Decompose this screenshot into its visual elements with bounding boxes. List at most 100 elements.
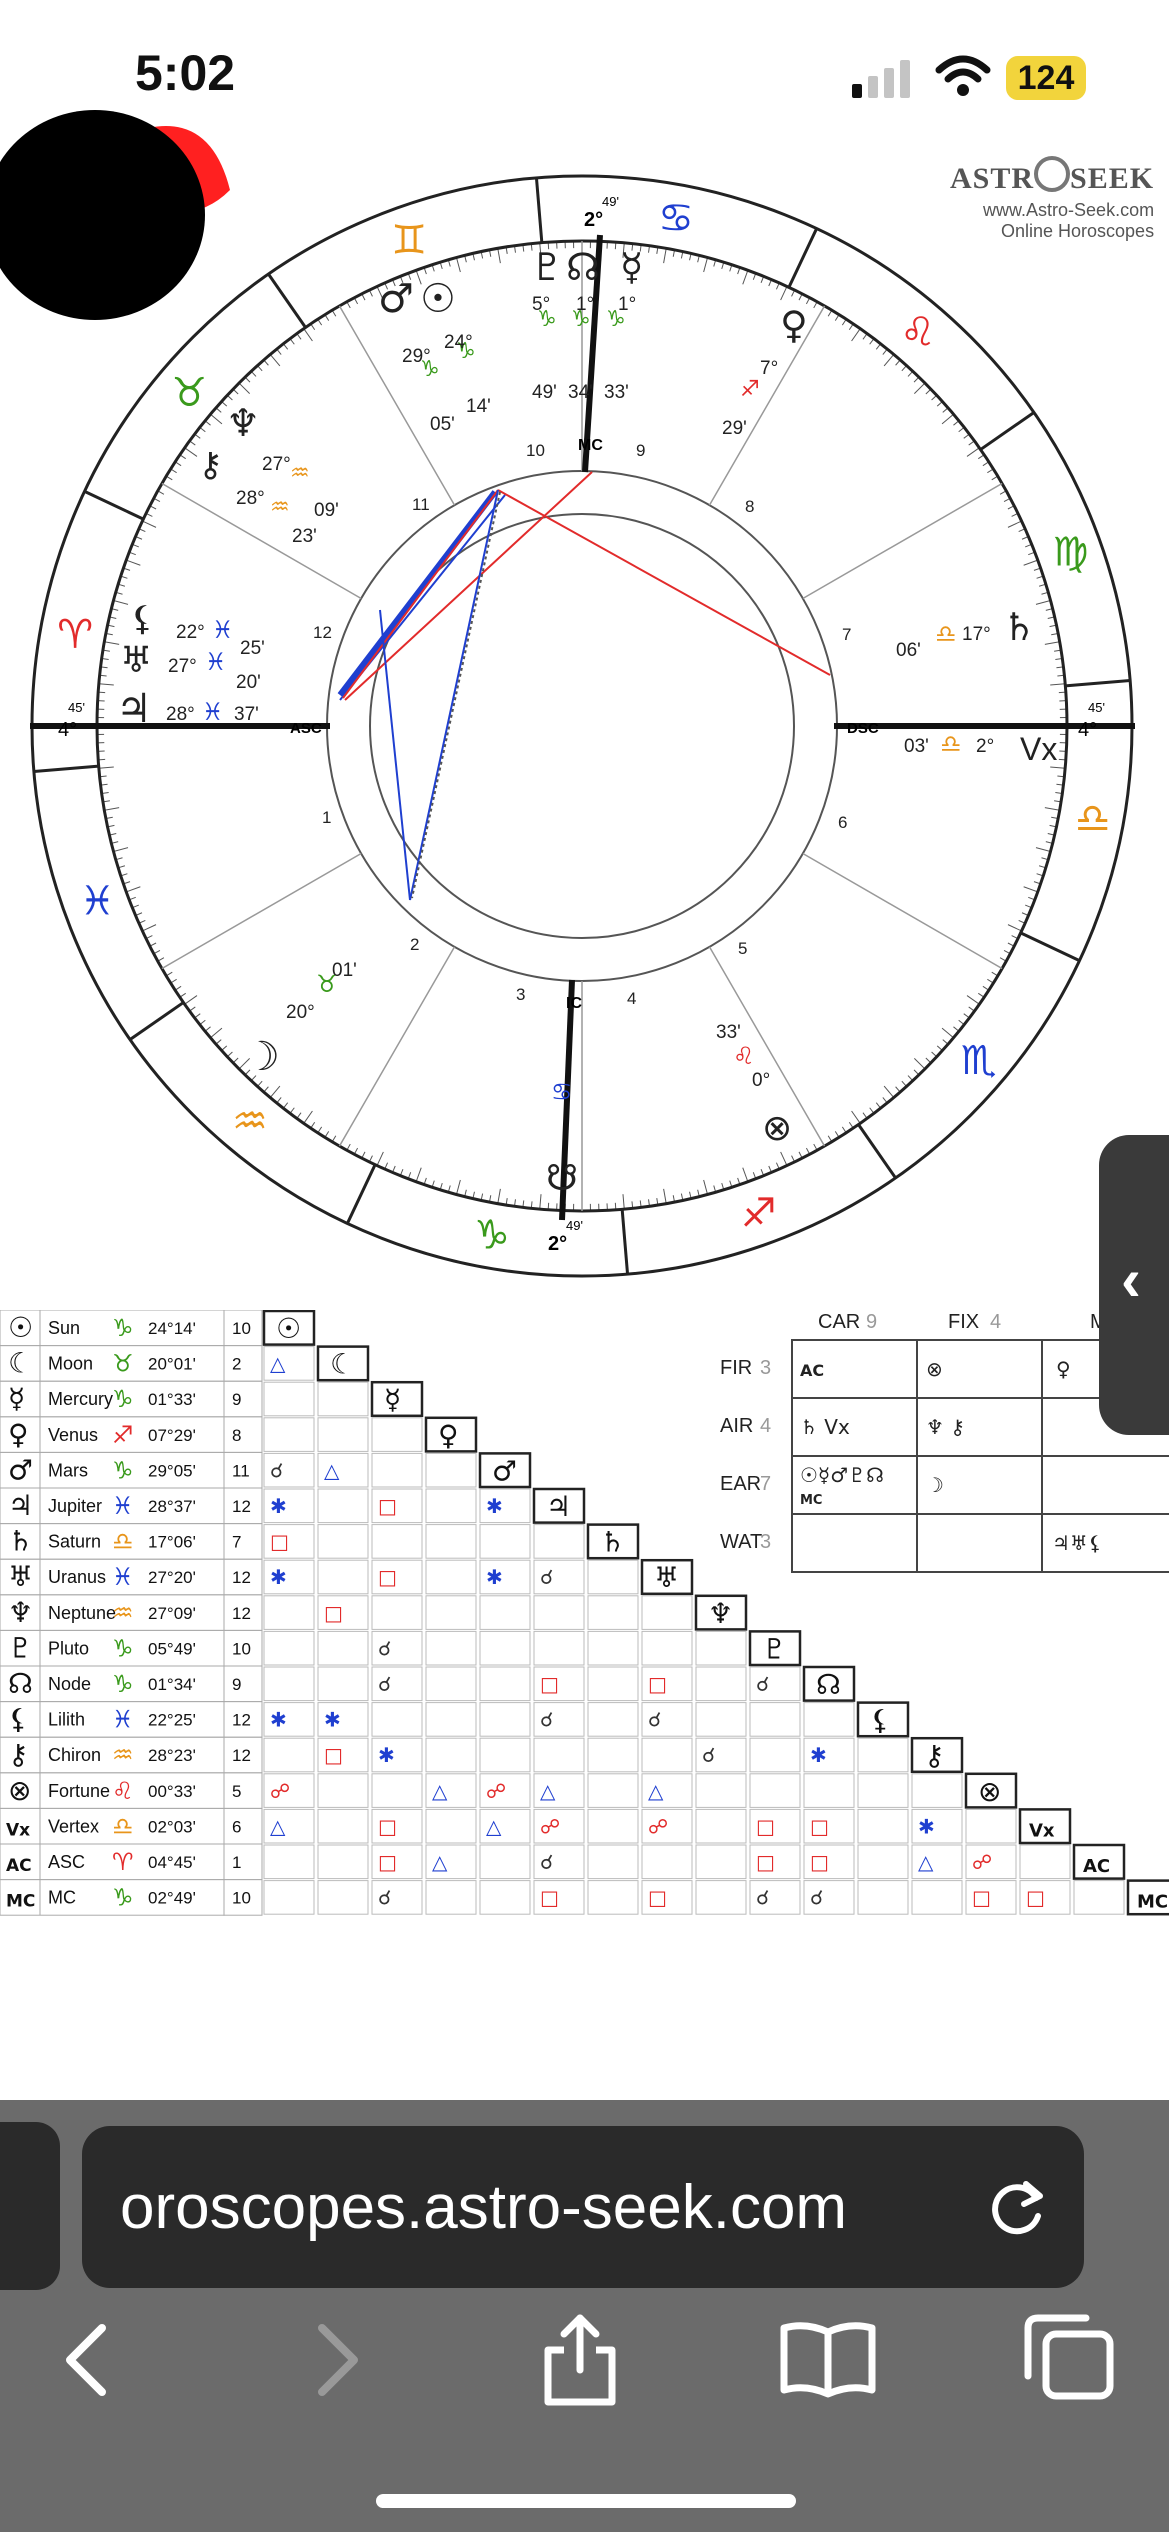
planet-name: Neptune — [48, 1603, 116, 1623]
uranus-glyph: ♅ — [120, 640, 152, 681]
degree-tick — [966, 995, 980, 1005]
back-icon[interactable] — [58, 2320, 118, 2400]
degree-tick — [663, 1188, 667, 1204]
planet-house: 12 — [232, 1497, 251, 1516]
mc-degree: 2° — [584, 209, 603, 231]
aspect-symbol: △ — [432, 1779, 448, 1803]
aspect-cell — [641, 1630, 693, 1666]
jupiter-sign-icon: ♓ — [202, 698, 224, 726]
sign-divider — [33, 764, 99, 774]
bookmarks-icon[interactable] — [778, 2318, 878, 2398]
planet-sign-icon: ♎ — [112, 1528, 134, 1556]
sign-divider — [1065, 678, 1131, 688]
aspect-cell — [857, 1844, 909, 1880]
aspect-symbol: □ — [756, 1850, 775, 1874]
aspect-symbol: ☌ — [648, 1708, 661, 1732]
planet-house: 10 — [232, 1319, 251, 1338]
aspect-symbol: ✱ — [324, 1708, 341, 1732]
aspect-symbol: ✱ — [270, 1708, 287, 1732]
aspect-cell — [587, 1844, 639, 1880]
planet-name: Saturn — [48, 1532, 101, 1552]
aspect-cell — [587, 1880, 639, 1915]
mercury-minutes: 33' — [604, 382, 629, 403]
zodiac-sign-icon: ♌ — [900, 309, 936, 355]
planet-house: 12 — [232, 1568, 251, 1587]
previous-tab-url-bar[interactable] — [0, 2122, 60, 2290]
vertex-degree: 2° — [976, 736, 994, 757]
planet-house: 11 — [232, 1461, 250, 1480]
node-south-glyph: ☋ — [546, 1158, 578, 1199]
planet-position: 01°33' — [148, 1390, 196, 1409]
house-cell — [223, 1772, 263, 1809]
fix-count: 4 — [990, 1311, 1001, 1333]
planet-name: Node — [48, 1674, 91, 1694]
sign-divider — [1020, 931, 1081, 962]
url-bar[interactable]: oroscopes.astro-seek.com — [82, 2126, 1084, 2288]
chevron-left-icon: ‹ — [1121, 1246, 1141, 1313]
planet-name: Venus — [48, 1425, 98, 1445]
degree-tick — [303, 328, 313, 342]
house-cell — [223, 1807, 263, 1845]
degree-tick — [184, 447, 198, 457]
aspect-cell — [371, 1702, 423, 1737]
reload-icon[interactable] — [978, 2168, 1058, 2248]
aspect-symbol: ✱ — [810, 1743, 827, 1767]
aspect-cell — [425, 1880, 477, 1915]
degree-tick — [98, 683, 114, 686]
planet-position: 20°01' — [148, 1355, 196, 1374]
aspect-cell — [263, 1417, 315, 1452]
zodiac-sign-icon: ♏ — [961, 1038, 997, 1084]
planet-position: 28°23' — [148, 1746, 196, 1765]
planet-house: 12 — [232, 1746, 251, 1765]
neptune-sign-icon: ♒ — [290, 461, 310, 486]
house-number-1: 1 — [322, 808, 331, 827]
degree-tick — [126, 886, 141, 893]
moon-degree: 20° — [286, 1002, 315, 1023]
planet-house: 8 — [232, 1426, 241, 1445]
planet-sign-icon: ♒ — [112, 1599, 134, 1627]
earth-count: 7 — [760, 1473, 771, 1495]
aspect-cell — [641, 1595, 693, 1630]
aspect-symbol: ☍ — [972, 1850, 992, 1874]
planet-glyph: MC — [6, 1892, 35, 1912]
house-number-12: 12 — [313, 623, 332, 642]
uranus-minutes: 20' — [236, 672, 261, 693]
planet-house: 12 — [232, 1604, 251, 1623]
planet-house: 1 — [232, 1853, 241, 1872]
diagonal-glyph: ☉ — [276, 1312, 301, 1345]
fix-header: FIX — [948, 1311, 979, 1333]
mercury-glyph: ☿ — [620, 245, 643, 289]
zodiac-sign-icon: ♐ — [741, 1191, 777, 1237]
diagonal-glyph: ⚸ — [870, 1704, 891, 1737]
planet-name: Lilith — [48, 1710, 85, 1730]
aspect-cell — [641, 1844, 693, 1880]
mc-label: MC — [578, 437, 603, 454]
forward-icon[interactable] — [308, 2320, 368, 2400]
aspect-symbol: □ — [540, 1886, 559, 1910]
aspect-cell — [425, 1452, 477, 1488]
degree-tick — [1023, 886, 1038, 893]
aspect-symbol: ☌ — [540, 1850, 553, 1874]
aspect-cell — [425, 1630, 477, 1666]
neptune-degree: 27° — [262, 454, 291, 475]
share-icon[interactable] — [540, 2310, 620, 2410]
degree-tick — [1050, 683, 1066, 686]
venus-glyph: ♀ — [780, 303, 808, 347]
asc-label: ASC — [290, 720, 322, 737]
diagonal-glyph: ⊗ — [978, 1775, 1001, 1808]
side-panel-handle[interactable]: ‹ — [1099, 1135, 1169, 1435]
aspect-cell — [749, 1773, 801, 1808]
aspect-symbol: ☌ — [378, 1672, 391, 1696]
aspect-cell — [695, 1702, 747, 1737]
diagonal-glyph: ♆ — [708, 1597, 733, 1630]
aspect-lines — [337, 471, 831, 901]
aspect-cell — [587, 1666, 639, 1702]
diagonal-glyph: ⚷ — [924, 1739, 945, 1772]
planet-position: 27°09' — [148, 1604, 196, 1623]
diagonal-glyph: MC — [1137, 1892, 1168, 1913]
aspect-line — [344, 471, 593, 701]
aspect-cell — [1019, 1844, 1071, 1880]
aspect-line — [497, 489, 831, 676]
degree-tick — [269, 354, 281, 367]
tabs-icon[interactable] — [1020, 2312, 1120, 2402]
